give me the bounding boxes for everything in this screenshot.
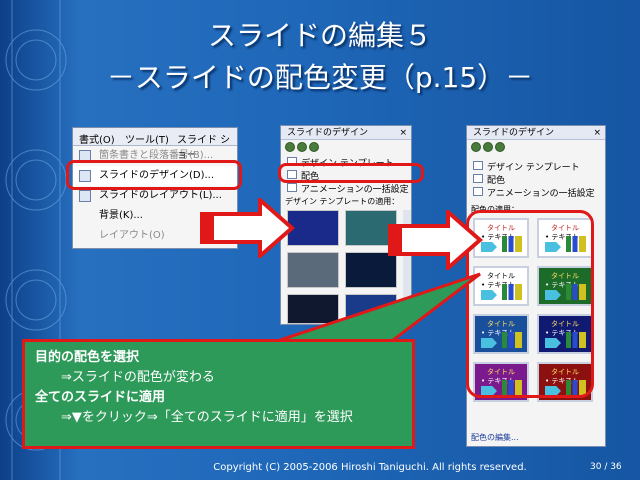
instruction-callout: 目的の配色を選択 ⇒スライドの配色が変わる 全てのスライドに適用 ⇒▼をクリック… xyxy=(22,339,415,449)
close-icon[interactable]: × xyxy=(593,126,601,140)
pane-title: スライドのデザイン xyxy=(473,128,555,138)
palette-icon xyxy=(473,174,483,183)
callout-heading: 目的の配色を選択 xyxy=(35,350,140,365)
menu-tools[interactable]: ツール(T) xyxy=(125,131,169,146)
link-label: 配色 xyxy=(487,176,506,186)
highlight-color-scheme-link xyxy=(278,163,424,183)
pane-header: スライドのデザイン × xyxy=(467,126,605,140)
home-icon[interactable] xyxy=(309,142,319,152)
menu-bar: 書式(O) ツール(T) スライド ショー xyxy=(73,128,237,161)
link-animation[interactable]: アニメーションの一括設定 xyxy=(287,182,409,195)
edit-colors-link[interactable]: 配色の編集... xyxy=(471,432,519,443)
pane-header: スライドのデザイン × xyxy=(281,126,411,140)
template-icon xyxy=(473,161,483,170)
callout-text: ⇒スライドの配色が変わる xyxy=(61,370,215,385)
pane-title: スライドのデザイン xyxy=(287,128,369,138)
pane-nav xyxy=(471,142,507,154)
menu-item-label: レイアウト(O) xyxy=(99,230,165,241)
link-color-scheme[interactable]: 配色 xyxy=(473,173,505,186)
layout-icon xyxy=(79,190,91,202)
section-label: デザイン テンプレートの適用： xyxy=(285,197,400,206)
slide-title: スライドの編集５ xyxy=(207,19,432,52)
back-icon[interactable] xyxy=(471,142,481,152)
callout-text: ⇒▼をクリック⇒「全てのスライドに適用」を選択 xyxy=(61,410,353,425)
slide-subtitle: －スライドの配色変更（p.15）－ xyxy=(106,61,534,94)
link-design-template[interactable]: デザイン テンプレート xyxy=(473,160,580,173)
link-label: デザイン テンプレート xyxy=(487,163,580,173)
link-label: アニメーションの一括設定 xyxy=(487,189,595,199)
forward-icon[interactable] xyxy=(483,142,493,152)
copyright-footer: Copyright (C) 2005-2006 Hiroshi Taniguch… xyxy=(213,462,527,473)
animation-icon xyxy=(287,183,297,192)
menu-item-label: 背景(K)... xyxy=(99,210,143,221)
animation-icon xyxy=(473,187,483,196)
arrow-right-1 xyxy=(200,198,295,258)
pane-nav xyxy=(285,142,321,154)
link-animation[interactable]: アニメーションの一括設定 xyxy=(473,186,595,199)
forward-icon[interactable] xyxy=(297,142,307,152)
close-icon[interactable]: × xyxy=(399,126,407,140)
page-number: 30 / 36 xyxy=(590,462,622,472)
link-label: アニメーションの一括設定 xyxy=(301,185,409,195)
arrow-right-2 xyxy=(388,210,483,270)
highlight-slide-design xyxy=(66,160,242,190)
home-icon[interactable] xyxy=(495,142,505,152)
callout-heading: 全てのスライドに適用 xyxy=(35,390,166,405)
menu-format[interactable]: 書式(O) xyxy=(79,131,115,146)
back-icon[interactable] xyxy=(285,142,295,152)
